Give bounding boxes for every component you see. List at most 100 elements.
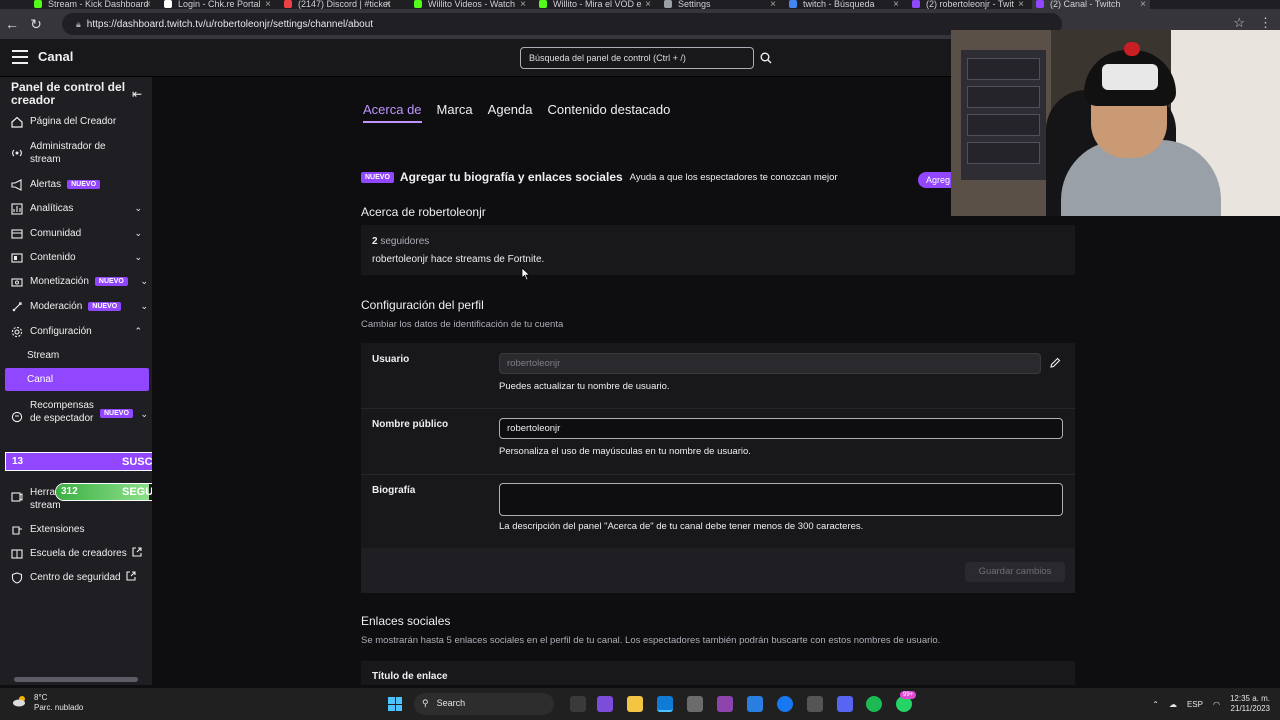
chevron-down-icon[interactable]: ⌄: [140, 301, 148, 312]
close-tab-icon[interactable]: ×: [1140, 0, 1146, 9]
tray-chevron-icon[interactable]: ⌃: [1152, 700, 1159, 709]
tab-about[interactable]: Acerca de: [363, 102, 422, 123]
sidebar-item-safety-center[interactable]: Centro de seguridad: [10, 571, 150, 584]
close-tab-icon[interactable]: ×: [770, 0, 776, 9]
browser-tab[interactable]: twitch - Búsqueda ×: [785, 0, 903, 9]
facebook-icon[interactable]: [777, 696, 793, 712]
edit-pencil-icon[interactable]: [1045, 353, 1065, 373]
new-badge: NUEVO: [88, 302, 122, 311]
creator-dashboard-sidebar: Panel de control del creador ⇤ Página de…: [0, 77, 152, 685]
collapse-sidebar-icon[interactable]: ⇤: [132, 87, 142, 101]
star-icon[interactable]: ☆: [1233, 15, 1245, 31]
file-explorer-icon[interactable]: [627, 696, 643, 712]
taskbar-search[interactable]: ⚲ Search: [414, 693, 554, 715]
browser-tab-active[interactable]: (2) Canal - Twitch ×: [1032, 0, 1150, 9]
close-tab-icon[interactable]: ×: [385, 0, 391, 9]
dashboard-search-input[interactable]: Búsqueda del panel de control (Ctrl + /): [520, 47, 754, 69]
browser-tab[interactable]: Willito - Mira el VOD e ×: [535, 0, 655, 9]
username-hint: Puedes actualizar tu nombre de usuario.: [499, 381, 670, 392]
twitch-favicon-icon: [912, 0, 920, 8]
sidebar-item-content[interactable]: Contenido ⌄: [10, 251, 150, 264]
save-changes-button[interactable]: Guardar cambios: [965, 562, 1065, 582]
weather-widget[interactable]: 8°C Parc. nublado: [12, 693, 83, 713]
sidebar-subitem-channel[interactable]: Canal: [5, 368, 149, 391]
sidebar-item-creator-school[interactable]: Escuela de creadores: [10, 547, 150, 560]
megaphone-icon: [10, 178, 24, 191]
url-field[interactable]: 🔒︎ https://dashboard.twitch.tv/u/roberto…: [62, 13, 1062, 35]
external-link-icon: [126, 571, 136, 584]
new-badge: NUEVO: [100, 409, 133, 418]
back-icon[interactable]: ←: [0, 16, 24, 32]
spotify-icon[interactable]: [866, 696, 882, 712]
settings-icon[interactable]: [807, 696, 823, 712]
browser-tab[interactable]: Willito Videos - Watch ×: [410, 0, 530, 9]
browser-tab[interactable]: Settings ×: [660, 0, 780, 9]
windows-start-icon[interactable]: [388, 697, 402, 711]
tab-schedule[interactable]: Agenda: [488, 102, 533, 123]
obs-icon[interactable]: [717, 696, 733, 712]
tab-branding[interactable]: Marca: [437, 102, 473, 123]
chevron-down-icon[interactable]: ⌄: [134, 228, 142, 239]
sidebar-scrollbar[interactable]: [14, 677, 138, 682]
bio-hint: La descripción del panel "Acerca de" de …: [499, 521, 864, 532]
bio-label: Biografía: [372, 485, 416, 496]
social-links-subtitle: Se mostrarán hasta 5 enlaces sociales en…: [361, 635, 941, 646]
reload-icon[interactable]: ↻: [24, 16, 48, 33]
taskbar-clock[interactable]: 12:35 a. m. 21/11/2023: [1230, 694, 1270, 714]
sidebar-item-community[interactable]: Comunidad ⌄: [10, 227, 150, 240]
sidebar-item-viewer-rewards[interactable]: Recompensas de espectador NUEVO ⌄: [10, 399, 150, 425]
browser-toolbar: ☆ ⋮: [1233, 15, 1272, 31]
display-name-input[interactable]: robertoleonjr: [499, 418, 1063, 439]
task-view-icon[interactable]: [570, 696, 586, 712]
sidebar-item-analytics[interactable]: Analíticas ⌄: [10, 202, 150, 215]
bio-textarea[interactable]: [499, 483, 1063, 516]
close-tab-icon[interactable]: ×: [893, 0, 899, 9]
onedrive-icon[interactable]: ☁: [1169, 700, 1177, 709]
sidebar-item-moderation[interactable]: Moderación NUEVO ⌄: [10, 300, 150, 313]
chevron-down-icon[interactable]: ⌄: [134, 203, 142, 214]
browser-tab-strip: Stream - Kick Dashboard × Login - Chk.re …: [0, 0, 1280, 9]
bing-favicon-icon: [789, 0, 797, 8]
browser-tab[interactable]: Stream - Kick Dashboard ×: [30, 0, 155, 9]
weather-cloud-icon: [12, 694, 28, 713]
sidebar-item-creator-page[interactable]: Página del Creador: [10, 115, 150, 128]
menu-icon[interactable]: [12, 50, 28, 64]
gear-icon: [10, 326, 24, 338]
sidebar-item-stream-manager[interactable]: Administrador de stream: [10, 140, 150, 166]
display-name-row: Nombre público robertoleonjr Personaliza…: [361, 409, 1075, 475]
browser-tab[interactable]: Login - Chk.re Portal ×: [160, 0, 275, 9]
close-tab-icon[interactable]: ×: [520, 0, 526, 9]
chevron-up-icon[interactable]: ⌃: [134, 326, 142, 337]
store-icon[interactable]: [687, 696, 703, 712]
rewards-icon: [10, 411, 24, 423]
lang-indicator[interactable]: ESP: [1187, 700, 1203, 709]
discord-icon[interactable]: [837, 696, 853, 712]
close-tab-icon[interactable]: ×: [1018, 0, 1024, 9]
close-tab-icon[interactable]: ×: [145, 0, 151, 9]
close-tab-icon[interactable]: ×: [265, 0, 271, 9]
close-tab-icon[interactable]: ×: [645, 0, 651, 9]
mouse-cursor-icon: [521, 267, 531, 281]
chevron-down-icon[interactable]: ⌄: [140, 409, 148, 420]
tab-featured-content[interactable]: Contenido destacado: [548, 102, 671, 123]
settings-favicon-icon: [664, 0, 672, 8]
search-icon[interactable]: [756, 47, 776, 69]
edge-icon[interactable]: [657, 696, 673, 712]
sidebar-item-monetization[interactable]: Monetización NUEVO ⌄: [10, 275, 150, 288]
extensions-icon[interactable]: ⋮: [1259, 15, 1272, 31]
browser-tab[interactable]: (2147) Discord | #ticket ×: [280, 0, 395, 9]
username-label: Usuario: [372, 354, 410, 365]
kick-favicon-icon: [414, 0, 422, 8]
sidebar-subitem-stream[interactable]: Stream: [27, 350, 59, 361]
app-icon[interactable]: [747, 696, 763, 712]
copilot-icon[interactable]: [597, 696, 613, 712]
browser-tab[interactable]: (2) robertoleonjr - Twit ×: [908, 0, 1028, 9]
sidebar-item-alerts[interactable]: Alertas NUEVO: [10, 178, 150, 191]
wifi-icon[interactable]: ◠: [1213, 700, 1220, 709]
chevron-down-icon[interactable]: ⌄: [134, 252, 142, 263]
new-badge: NUEVO: [94, 277, 128, 286]
sidebar-item-extensions[interactable]: Extensiones: [10, 523, 150, 536]
sidebar-item-settings[interactable]: Configuración ⌃: [10, 325, 150, 338]
profile-section-title: Configuración del perfil: [361, 298, 484, 312]
chevron-down-icon[interactable]: ⌄: [140, 276, 148, 287]
